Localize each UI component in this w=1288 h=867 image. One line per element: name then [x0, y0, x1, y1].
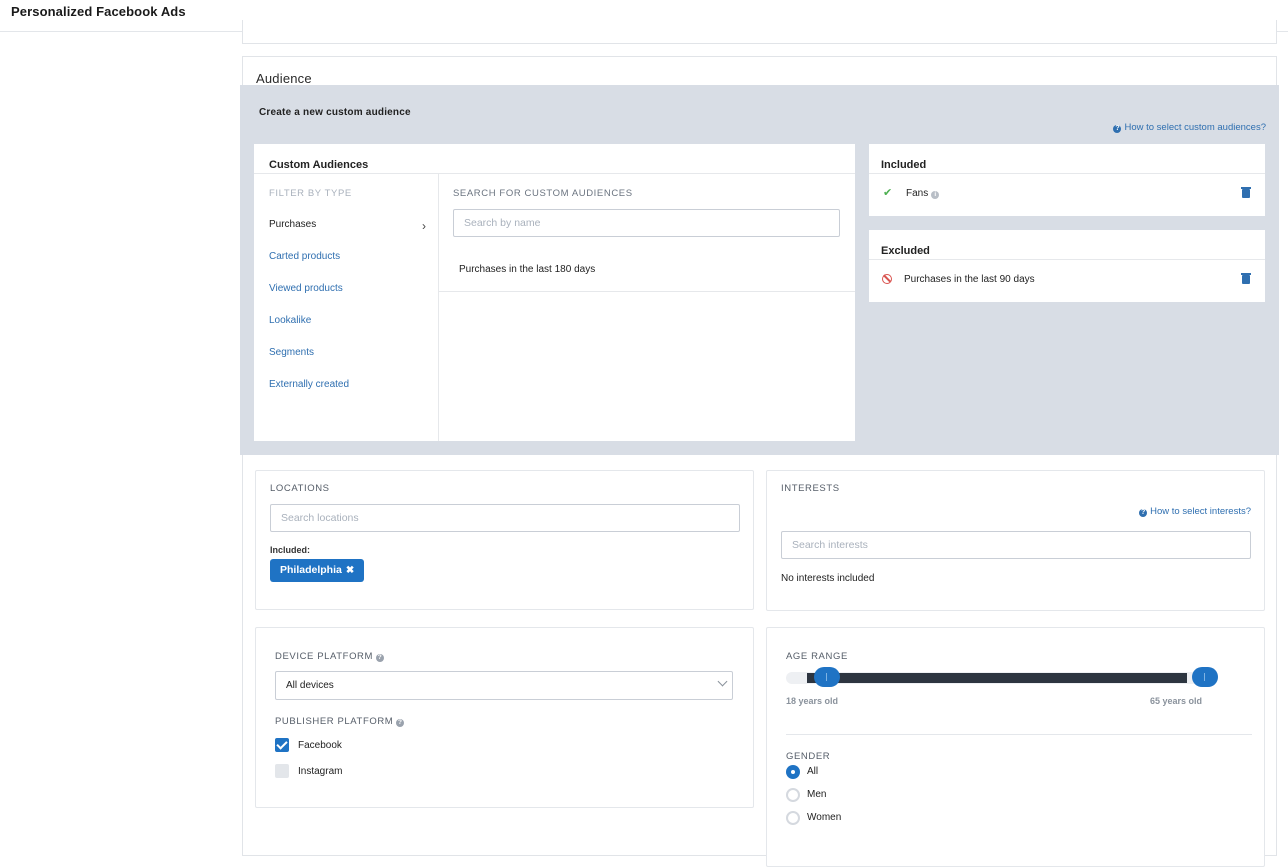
locations-included-label: Included:: [270, 545, 310, 555]
interests-heading: INTERESTS: [781, 483, 840, 494]
filter-segments[interactable]: Segments: [269, 347, 314, 358]
help-icon[interactable]: ?: [396, 719, 405, 727]
location-tag-philadelphia: Philadelphia ✖: [270, 559, 365, 582]
included-item-label: Fans: [906, 188, 929, 199]
info-icon[interactable]: i: [931, 191, 940, 199]
device-platform-select[interactable]: All devices: [275, 671, 733, 700]
divider: [869, 259, 1265, 260]
previous-section-card: [242, 20, 1277, 44]
age-min-label: 18 years old: [786, 696, 839, 706]
excluded-title: Excluded: [881, 245, 930, 257]
age-slider-fill: [807, 673, 1187, 683]
publisher-platform-heading-text: PUBLISHER PLATFORM: [275, 716, 394, 727]
gender-all-radio[interactable]: [786, 765, 800, 779]
gender-men-label: Men: [807, 789, 827, 800]
excluded-item-label: Purchases in the last 90 days: [904, 274, 1035, 285]
instagram-label: Instagram: [298, 766, 343, 777]
filter-carted-products[interactable]: Carted products: [269, 251, 340, 262]
location-tag-label: Philadelphia: [280, 564, 342, 576]
question-icon: ?: [1113, 125, 1122, 133]
ban-icon: [882, 274, 892, 284]
custom-audiences-panel: Custom Audiences FILTER BY TYPE Purchase…: [254, 144, 855, 441]
filter-viewed-products[interactable]: Viewed products: [269, 283, 343, 294]
filter-purchases[interactable]: Purchases: [269, 219, 316, 230]
chevron-right-icon: ›: [422, 219, 426, 233]
chevron-down-icon: [717, 676, 728, 687]
no-interests-text: No interests included: [781, 573, 875, 584]
interests-help-text: How to select interests?: [1150, 506, 1251, 517]
custom-audiences-help-link[interactable]: ? How to select custom audiences?: [1113, 122, 1266, 133]
divider: [786, 734, 1252, 735]
gender-men-radio[interactable]: [786, 788, 800, 802]
audience-search-input[interactable]: Search by name: [453, 209, 840, 237]
device-platform-heading: DEVICE PLATFORM?: [275, 651, 385, 662]
question-icon: ?: [1139, 509, 1148, 517]
age-max-handle[interactable]: [1192, 667, 1218, 687]
help-icon[interactable]: ?: [376, 654, 385, 662]
search-heading: SEARCH FOR CUSTOM AUDIENCES: [453, 188, 633, 199]
gender-heading: GENDER: [786, 751, 831, 762]
search-result-item[interactable]: Purchases in the last 180 days: [459, 264, 595, 275]
remove-tag-icon[interactable]: ✖: [346, 565, 354, 576]
locations-search-input[interactable]: Search locations: [270, 504, 740, 532]
interests-help-link[interactable]: ? How to select interests?: [1139, 506, 1251, 517]
filter-heading: FILTER BY TYPE: [269, 188, 352, 199]
age-max-label: 65 years old: [1150, 696, 1203, 706]
included-panel: Included ✔ Fans i: [869, 144, 1265, 216]
device-platform-heading-text: DEVICE PLATFORM: [275, 651, 374, 662]
gender-all-label: All: [807, 766, 819, 777]
interests-search-input[interactable]: Search interests: [781, 531, 1251, 559]
filter-externally-created[interactable]: Externally created: [269, 379, 349, 390]
facebook-label: Facebook: [298, 740, 342, 751]
device-platform-card: DEVICE PLATFORM? All devices PUBLISHER P…: [255, 627, 754, 808]
included-title: Included: [881, 159, 927, 171]
locations-heading: LOCATIONS: [270, 483, 330, 494]
divider: [869, 173, 1265, 174]
app-title: Personalized Facebook Ads: [11, 4, 186, 19]
custom-audience-builder: Create a new custom audience ? How to sel…: [240, 85, 1279, 455]
interests-card: INTERESTS ? How to select interests? Sear…: [766, 470, 1265, 611]
audience-title: Audience: [256, 71, 312, 86]
check-icon: ✔: [883, 187, 893, 199]
age-range-heading: AGE RANGE: [786, 651, 848, 662]
age-gender-card: AGE RANGE 18 years old 65 years old GEND…: [766, 627, 1265, 867]
age-min-handle[interactable]: [814, 667, 840, 687]
gender-women-label: Women: [807, 812, 842, 823]
trash-icon[interactable]: [1241, 273, 1251, 284]
filter-column: FILTER BY TYPE Purchases › Carted produc…: [254, 174, 439, 441]
divider: [439, 291, 855, 292]
trash-icon[interactable]: [1241, 187, 1251, 198]
create-audience-label: Create a new custom audience: [259, 107, 411, 118]
facebook-checkbox[interactable]: [275, 738, 289, 752]
locations-card: LOCATIONS Search locations Included: Phi…: [255, 470, 754, 610]
publisher-platform-heading: PUBLISHER PLATFORM?: [275, 716, 405, 727]
custom-audiences-title: Custom Audiences: [269, 159, 369, 171]
search-column: SEARCH FOR CUSTOM AUDIENCES Search by na…: [439, 174, 855, 441]
filter-lookalike[interactable]: Lookalike: [269, 315, 311, 326]
gender-women-radio[interactable]: [786, 811, 800, 825]
instagram-checkbox[interactable]: [275, 764, 289, 778]
included-item: Fans i: [906, 188, 940, 199]
custom-audiences-help-text: How to select custom audiences?: [1124, 122, 1266, 133]
device-platform-value: All devices: [286, 680, 334, 691]
excluded-panel: Excluded Purchases in the last 90 days: [869, 230, 1265, 302]
